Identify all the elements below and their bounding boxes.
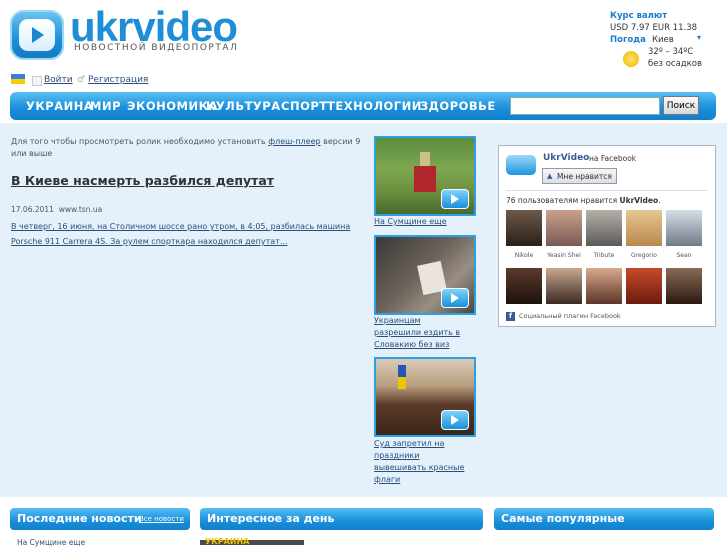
thumbs-up-icon: ▲ — [547, 172, 553, 180]
play-icon[interactable] — [441, 288, 469, 308]
weather-desc: без осадков — [648, 59, 702, 69]
fan-avatar[interactable] — [586, 268, 622, 304]
news-summary[interactable]: В четверг, 16 июня, на Столичном шоссе р… — [11, 219, 351, 249]
weather-city[interactable]: Киев — [652, 35, 674, 45]
interesting-header: Интересное за день — [200, 508, 483, 530]
login-link[interactable]: Войти — [44, 75, 73, 85]
sun-icon — [623, 51, 639, 67]
video-caption[interactable]: Украинцам разрешили ездить в Словакию бе… — [374, 315, 466, 351]
play-icon[interactable] — [441, 410, 469, 430]
search-input[interactable] — [510, 97, 660, 115]
flash-player-link[interactable]: флеш-плеер — [268, 137, 320, 146]
all-news-link[interactable]: Все новости — [139, 515, 184, 523]
login-icon — [32, 76, 42, 86]
nav-item-world[interactable]: МИР — [90, 99, 121, 113]
news-date: 17.06.2011 — [11, 205, 54, 214]
popular-header: Самые популярные — [494, 508, 714, 530]
fan-name[interactable]: Gregorio — [622, 252, 666, 259]
search-button[interactable]: Поиск — [663, 96, 699, 115]
latest-news-header: Последние новости Все новости — [10, 508, 190, 530]
fan-avatar[interactable] — [586, 210, 622, 246]
nav-item-economy[interactable]: ЭКОНОМИКА — [127, 99, 218, 113]
logo-subtitle: НОВОСТНОЙ ВИДЕОПОРТАЛ — [74, 43, 239, 53]
logo-icon[interactable] — [10, 10, 64, 60]
nav-item-culture[interactable]: КУЛЬТУРА — [206, 99, 281, 113]
nav-item-health[interactable]: ЗДОРОВЬЕ — [420, 99, 496, 113]
fb-page-name[interactable]: UkrVideo — [543, 153, 589, 163]
fan-name[interactable]: Nikole — [502, 252, 546, 259]
latest-news-title: Последние новости — [17, 512, 142, 525]
user-icon: ♂ — [77, 75, 86, 85]
ukrvideo-logo-icon — [506, 155, 536, 175]
fan-name[interactable]: Sean — [662, 252, 706, 259]
news-source: www.tsn.ua — [58, 205, 103, 214]
video-thumbnail[interactable] — [374, 357, 476, 437]
nav-item-ukraine[interactable]: УКРАИНА — [26, 99, 93, 113]
fb-likes-count: 76 пользователям нравится UkrVideo. — [506, 196, 661, 205]
facebook-like-box: UkrVideo на Facebook Мне нравится ▲ 76 п… — [498, 145, 716, 327]
fb-like-button[interactable]: Мне нравится — [542, 168, 617, 184]
fb-plugin-link[interactable]: Социальный плагин Facebook — [519, 312, 621, 320]
nav-item-sport[interactable]: СПОРТ — [281, 99, 328, 113]
fan-avatar[interactable] — [666, 268, 702, 304]
facebook-icon: f — [506, 312, 515, 321]
fan-avatar[interactable] — [506, 210, 542, 246]
fan-avatar[interactable] — [546, 268, 582, 304]
video-thumbnail[interactable] — [374, 136, 476, 216]
fan-avatar[interactable] — [506, 268, 542, 304]
fan-name[interactable]: Yeasin Shei — [542, 252, 586, 259]
fan-avatar[interactable] — [546, 210, 582, 246]
logo-text[interactable]: ukrvideo — [70, 6, 238, 48]
fan-avatar[interactable] — [666, 210, 702, 246]
nav-item-technology[interactable]: ТЕХНОЛОГИИ — [327, 99, 422, 113]
popular-title: Самые популярные — [501, 512, 625, 525]
currency-eur: EUR 11.38 — [652, 23, 698, 33]
main-navigation: УКРАИНА МИР ЭКОНОМИКА КУЛЬТУРА СПОРТ ТЕХ… — [10, 92, 716, 120]
weather-temp: 32º – 34ºC — [648, 47, 694, 57]
chevron-down-icon[interactable]: ▾ — [697, 33, 701, 42]
fan-avatar[interactable] — [626, 268, 662, 304]
register-link[interactable]: Регистрация — [88, 75, 148, 85]
fan-avatar[interactable] — [626, 210, 662, 246]
video-caption[interactable]: На Сумщине еще — [374, 216, 474, 228]
interesting-title: Интересное за день — [207, 512, 335, 525]
interesting-thumbnail[interactable]: УКРАИНА — [200, 537, 304, 546]
latest-news-item[interactable]: На Сумщине еще — [17, 538, 85, 547]
fan-name[interactable]: Tribute — [582, 252, 626, 259]
video-thumbnail[interactable] — [374, 235, 476, 315]
currency-title: Курс валют — [610, 11, 668, 21]
flash-notice: Для того чтобы просмотреть ролик необход… — [11, 137, 361, 158]
currency-usd: USD 7.97 — [610, 23, 650, 33]
play-icon[interactable] — [441, 189, 469, 209]
video-caption[interactable]: Суд запретил на праздники вывешивать кра… — [374, 438, 466, 486]
headline[interactable]: В Киеве насмерть разбился депутат — [11, 173, 274, 188]
weather-title: Погода — [610, 35, 646, 45]
fb-on-facebook: на Facebook — [589, 154, 637, 163]
